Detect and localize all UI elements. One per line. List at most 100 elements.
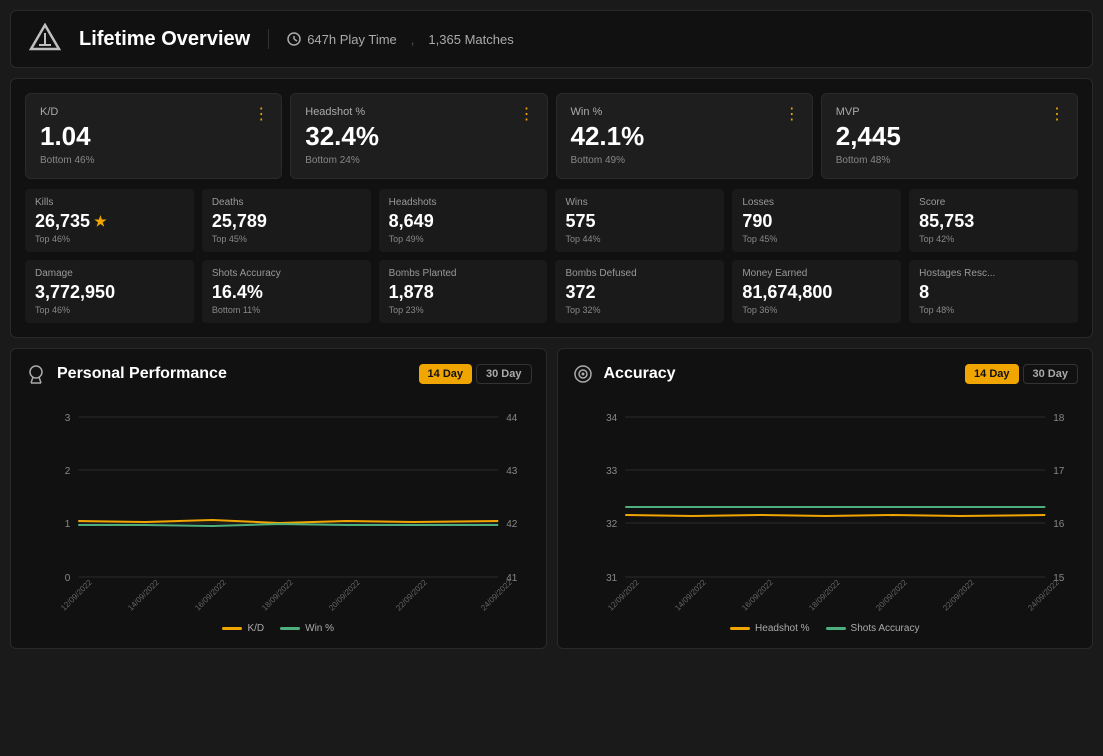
headshots-value: 8,649	[389, 211, 538, 232]
bombs-defused-label: Bombs Defused	[565, 268, 714, 279]
headshot-value: 32.4%	[305, 122, 532, 151]
small-stat-shots-accuracy: Shots Accuracy 16.4% Bottom 11%	[202, 260, 371, 323]
accuracy-14-day-button[interactable]: 14 Day	[965, 364, 1018, 384]
small-stat-hostages: Hostages Resc... 8 Top 48%	[909, 260, 1078, 323]
small-stat-bombs-planted: Bombs Planted 1,878 Top 23%	[379, 260, 548, 323]
shots-accuracy-legend-item: Shots Accuracy	[826, 623, 920, 634]
headshots-sub: Top 49%	[389, 234, 538, 244]
shots-accuracy-label: Shots Accuracy	[212, 268, 361, 279]
mvp-sub: Bottom 48%	[836, 155, 1063, 166]
svg-text:20/09/2022: 20/09/2022	[327, 577, 362, 612]
win-pct-menu-icon[interactable]: ⋮	[784, 104, 800, 124]
accuracy-chart-legend: Headshot % Shots Accuracy	[572, 623, 1079, 634]
bombs-planted-label: Bombs Planted	[389, 268, 538, 279]
score-value: 85,753	[919, 211, 1068, 232]
svg-text:32: 32	[606, 519, 618, 530]
svg-text:34: 34	[606, 413, 618, 424]
personal-performance-panel: Personal Performance 14 Day 30 Day 3 2 1…	[10, 348, 547, 649]
deaths-label: Deaths	[212, 197, 361, 208]
headshots-label: Headshots	[389, 197, 538, 208]
big-stat-headshot: Headshot % 32.4% Bottom 24% ⋮	[290, 93, 547, 179]
small-stat-losses: Losses 790 Top 45%	[732, 189, 901, 252]
kd-legend-label: K/D	[247, 623, 264, 634]
damage-sub: Top 46%	[35, 305, 184, 315]
headshot-menu-icon[interactable]: ⋮	[519, 104, 535, 124]
perf-chart-header: Personal Performance 14 Day 30 Day	[25, 363, 532, 385]
money-earned-label: Money Earned	[742, 268, 891, 279]
svg-text:16/09/2022: 16/09/2022	[193, 577, 228, 612]
small-stat-kills: Kills 26,735 ★ Top 46%	[25, 189, 194, 252]
small-stat-money-earned: Money Earned 81,674,800 Top 36%	[732, 260, 901, 323]
app-logo-icon	[29, 23, 61, 55]
kills-star-icon: ★	[94, 213, 107, 230]
accuracy-chart-svg: 34 33 32 31 18 17 16 15 12/09/2022 14/09…	[572, 397, 1079, 617]
playtime-meta: 647h Play Time , 1,365 Matches	[287, 32, 514, 47]
svg-text:42: 42	[506, 519, 518, 530]
small-stats-row1: Kills 26,735 ★ Top 46% Deaths 25,789 Top…	[25, 189, 1078, 252]
svg-text:22/09/2022: 22/09/2022	[941, 577, 976, 612]
shots-accuracy-legend-label: Shots Accuracy	[851, 623, 920, 634]
losses-value: 790	[742, 211, 891, 232]
score-label: Score	[919, 197, 1068, 208]
small-stat-damage: Damage 3,772,950 Top 46%	[25, 260, 194, 323]
accuracy-chart-title: Accuracy	[604, 365, 676, 383]
stats-panel: K/D 1.04 Bottom 46% ⋮ Headshot % 32.4% B…	[10, 78, 1093, 338]
svg-text:16/09/2022: 16/09/2022	[740, 577, 775, 612]
svg-text:14/09/2022: 14/09/2022	[673, 577, 708, 612]
small-stat-deaths: Deaths 25,789 Top 45%	[202, 189, 371, 252]
kd-legend-item: K/D	[222, 623, 264, 634]
hostages-value: 8	[919, 282, 1068, 303]
kills-value: 26,735 ★	[35, 211, 184, 232]
hostages-sub: Top 48%	[919, 305, 1068, 315]
svg-text:1: 1	[65, 519, 71, 530]
svg-text:14/09/2022: 14/09/2022	[126, 577, 161, 612]
perf-day-buttons: 14 Day 30 Day	[419, 364, 532, 384]
big-stat-win-pct: Win % 42.1% Bottom 49% ⋮	[556, 93, 813, 179]
svg-text:18: 18	[1053, 413, 1065, 424]
win-pct-legend-dot	[280, 627, 300, 630]
svg-text:0: 0	[65, 573, 71, 584]
svg-text:17: 17	[1053, 466, 1065, 477]
svg-text:24/09/2022: 24/09/2022	[1026, 577, 1061, 612]
wins-value: 575	[565, 211, 714, 232]
small-stat-headshots: Headshots 8,649 Top 49%	[379, 189, 548, 252]
svg-text:16: 16	[1053, 519, 1065, 530]
perf-30-day-button[interactable]: 30 Day	[476, 364, 531, 384]
lifetime-overview-header: Lifetime Overview 647h Play Time , 1,365…	[10, 10, 1093, 68]
svg-text:44: 44	[506, 413, 518, 424]
losses-sub: Top 45%	[742, 234, 891, 244]
bombs-defused-value: 372	[565, 282, 714, 303]
page-title: Lifetime Overview	[79, 28, 250, 51]
svg-text:22/09/2022: 22/09/2022	[394, 577, 429, 612]
svg-text:31: 31	[606, 573, 618, 584]
svg-text:3: 3	[65, 413, 71, 424]
wins-sub: Top 44%	[565, 234, 714, 244]
accuracy-30-day-button[interactable]: 30 Day	[1023, 364, 1078, 384]
svg-text:33: 33	[606, 466, 618, 477]
headshot-legend-dot	[730, 627, 750, 630]
win-pct-legend-item: Win %	[280, 623, 334, 634]
headshot-label: Headshot %	[305, 106, 532, 118]
perf-chart-title: Personal Performance	[57, 365, 227, 383]
big-stat-kd: K/D 1.04 Bottom 46% ⋮	[25, 93, 282, 179]
deaths-value: 25,789	[212, 211, 361, 232]
medal-icon	[25, 363, 47, 385]
kd-sub: Bottom 46%	[40, 155, 267, 166]
win-pct-label: Win %	[571, 106, 798, 118]
perf-14-day-button[interactable]: 14 Day	[419, 364, 472, 384]
svg-text:43: 43	[506, 466, 518, 477]
svg-text:20/09/2022: 20/09/2022	[874, 577, 909, 612]
matches-count: 1,365 Matches	[428, 32, 513, 47]
kd-menu-icon[interactable]: ⋮	[253, 104, 269, 124]
svg-text:18/09/2022: 18/09/2022	[807, 577, 842, 612]
kills-sub: Top 46%	[35, 234, 184, 244]
header-divider	[268, 29, 269, 49]
headshot-legend-item: Headshot %	[730, 623, 809, 634]
perf-chart-svg: 3 2 1 0 44 43 42 41 12/09/2022 14/09/202…	[25, 397, 532, 617]
mvp-menu-icon[interactable]: ⋮	[1049, 104, 1065, 124]
accuracy-chart-header: Accuracy 14 Day 30 Day	[572, 363, 1079, 385]
bombs-defused-sub: Top 32%	[565, 305, 714, 315]
mvp-label: MVP	[836, 106, 1063, 118]
damage-label: Damage	[35, 268, 184, 279]
bottom-panels: Personal Performance 14 Day 30 Day 3 2 1…	[10, 348, 1093, 649]
